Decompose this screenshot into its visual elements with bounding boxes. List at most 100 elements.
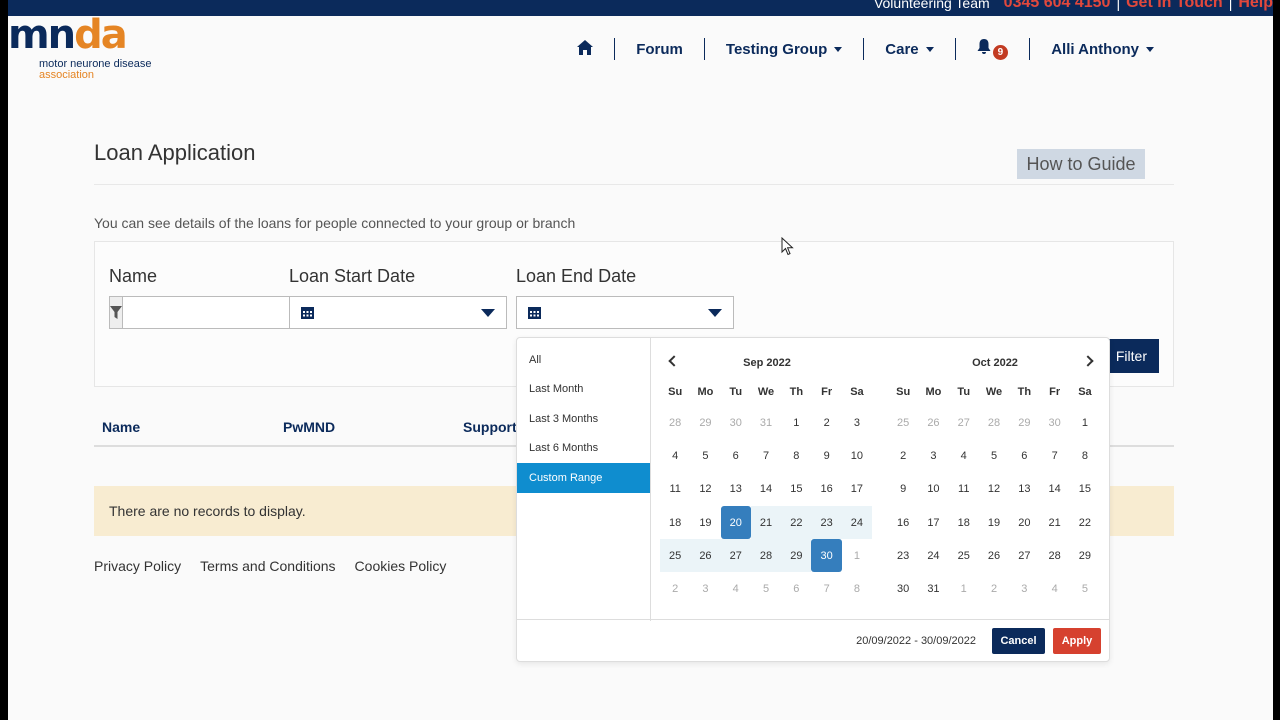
calendar-day[interactable]: 13: [1009, 473, 1039, 506]
range-option[interactable]: Last Month: [517, 375, 650, 405]
help-link[interactable]: Help: [1238, 0, 1273, 12]
cookies-policy-link[interactable]: Cookies Policy: [355, 558, 447, 574]
calendar-day[interactable]: 30: [811, 539, 842, 573]
calendar-day[interactable]: 6: [721, 439, 751, 472]
calendar-day[interactable]: 14: [751, 473, 781, 506]
calendar-day[interactable]: 1: [1070, 406, 1100, 439]
chevron-left-icon[interactable]: [668, 355, 680, 367]
mnda-logo[interactable]: mnda motor neurone disease association: [8, 15, 152, 81]
terms-link[interactable]: Terms and Conditions: [200, 558, 335, 574]
loan-end-date-picker[interactable]: [516, 296, 734, 329]
calendar-day[interactable]: 17: [842, 473, 872, 506]
range-option[interactable]: Last 6 Months: [517, 434, 650, 464]
loan-start-date-picker[interactable]: [289, 296, 507, 329]
calendar-day[interactable]: 24: [918, 539, 948, 572]
calendar-day[interactable]: 7: [811, 572, 841, 605]
calendar-day[interactable]: 5: [979, 439, 1009, 472]
nav-testing-group[interactable]: Testing Group: [703, 38, 863, 60]
calendar-day[interactable]: 6: [781, 572, 811, 605]
nav-forum[interactable]: Forum: [614, 38, 704, 60]
calendar-day[interactable]: 13: [721, 473, 751, 506]
filter-button[interactable]: Filter: [1107, 339, 1159, 373]
calendar-day[interactable]: 10: [842, 439, 872, 472]
calendar-day[interactable]: 26: [979, 539, 1009, 572]
calendar-day[interactable]: 4: [660, 439, 690, 472]
range-option[interactable]: Last 3 Months: [517, 404, 650, 434]
calendar-day[interactable]: 25: [888, 406, 918, 439]
calendar-day[interactable]: 25: [949, 539, 979, 572]
chevron-right-icon[interactable]: [1082, 355, 1094, 367]
calendar-day[interactable]: 29: [690, 406, 720, 439]
calendar-day[interactable]: 9: [888, 473, 918, 506]
nav-user-menu[interactable]: Alli Anthony: [1029, 38, 1175, 60]
calendar-day[interactable]: 2: [660, 572, 690, 605]
apply-button[interactable]: Apply: [1053, 627, 1101, 654]
nav-care[interactable]: Care: [863, 38, 954, 60]
calendar-day[interactable]: 27: [1009, 539, 1039, 572]
calendar-day[interactable]: 3: [918, 439, 948, 472]
calendar-day[interactable]: 16: [888, 506, 918, 539]
calendar-day[interactable]: 25: [660, 539, 691, 573]
calendar-day[interactable]: 29: [1070, 539, 1100, 572]
calendar-day[interactable]: 6: [1009, 439, 1039, 472]
calendar-day[interactable]: 8: [842, 572, 872, 605]
calendar-day[interactable]: 11: [949, 473, 979, 506]
calendar-day[interactable]: 17: [918, 506, 948, 539]
calendar-day[interactable]: 9: [811, 439, 841, 472]
privacy-policy-link[interactable]: Privacy Policy: [94, 558, 181, 574]
calendar-day[interactable]: 4: [1039, 572, 1069, 605]
volunteering-team-link[interactable]: Volunteering Team: [874, 0, 990, 11]
nav-home[interactable]: [556, 38, 614, 60]
calendar-day[interactable]: 30: [1039, 406, 1069, 439]
calendar-day[interactable]: 24: [841, 505, 873, 540]
calendar-day[interactable]: 1: [949, 572, 979, 605]
cancel-button[interactable]: Cancel: [992, 627, 1045, 654]
calendar-day[interactable]: 7: [1039, 439, 1069, 472]
calendar-day[interactable]: 20: [1009, 506, 1039, 539]
calendar-day[interactable]: 21: [1039, 506, 1069, 539]
calendar-day[interactable]: 23: [888, 539, 918, 572]
calendar-day[interactable]: 19: [979, 506, 1009, 539]
calendar-day[interactable]: 4: [721, 572, 751, 605]
calendar-day[interactable]: 1: [781, 406, 811, 439]
calendar-day[interactable]: 12: [979, 473, 1009, 506]
calendar-day[interactable]: 30: [721, 406, 751, 439]
calendar-day[interactable]: 14: [1039, 473, 1069, 506]
calendar-day[interactable]: 26: [918, 406, 948, 439]
range-option[interactable]: All: [517, 345, 650, 375]
calendar-day[interactable]: 29: [781, 539, 812, 573]
calendar-day[interactable]: 15: [1070, 473, 1100, 506]
column-header-pwmnd[interactable]: PwMND: [283, 419, 335, 435]
calendar-day[interactable]: 22: [1070, 506, 1100, 539]
calendar-day[interactable]: 2: [979, 572, 1009, 605]
nav-notifications[interactable]: 9: [954, 38, 1030, 60]
calendar-day[interactable]: 28: [1039, 539, 1069, 572]
calendar-day[interactable]: 3: [1009, 572, 1039, 605]
calendar-day[interactable]: 18: [949, 506, 979, 539]
calendar-day[interactable]: 23: [811, 505, 842, 540]
calendar-day[interactable]: 5: [1070, 572, 1100, 605]
calendar-day[interactable]: 18: [660, 506, 690, 539]
calendar-day[interactable]: 5: [690, 439, 720, 472]
calendar-day[interactable]: 10: [918, 473, 948, 506]
calendar-day[interactable]: 1: [842, 539, 872, 572]
calendar-day[interactable]: 8: [781, 439, 811, 472]
name-input[interactable]: [123, 296, 317, 329]
calendar-day[interactable]: 2: [888, 439, 918, 472]
range-option[interactable]: Custom Range: [517, 463, 650, 493]
calendar-day[interactable]: 27: [949, 406, 979, 439]
calendar-day[interactable]: 5: [751, 572, 781, 605]
calendar-day[interactable]: 31: [918, 572, 948, 605]
how-to-guide-button[interactable]: How to Guide: [1017, 149, 1145, 179]
calendar-day[interactable]: 2: [811, 406, 841, 439]
calendar-day[interactable]: 28: [750, 539, 782, 573]
calendar-day[interactable]: 7: [751, 439, 781, 472]
calendar-day[interactable]: 27: [720, 539, 751, 573]
calendar-day[interactable]: 19: [690, 506, 720, 539]
column-header-support[interactable]: Support: [463, 419, 517, 435]
calendar-day[interactable]: 3: [842, 406, 872, 439]
calendar-day[interactable]: 4: [949, 439, 979, 472]
calendar-day[interactable]: 26: [690, 539, 721, 573]
calendar-day[interactable]: 29: [1009, 406, 1039, 439]
calendar-day[interactable]: 28: [979, 406, 1009, 439]
